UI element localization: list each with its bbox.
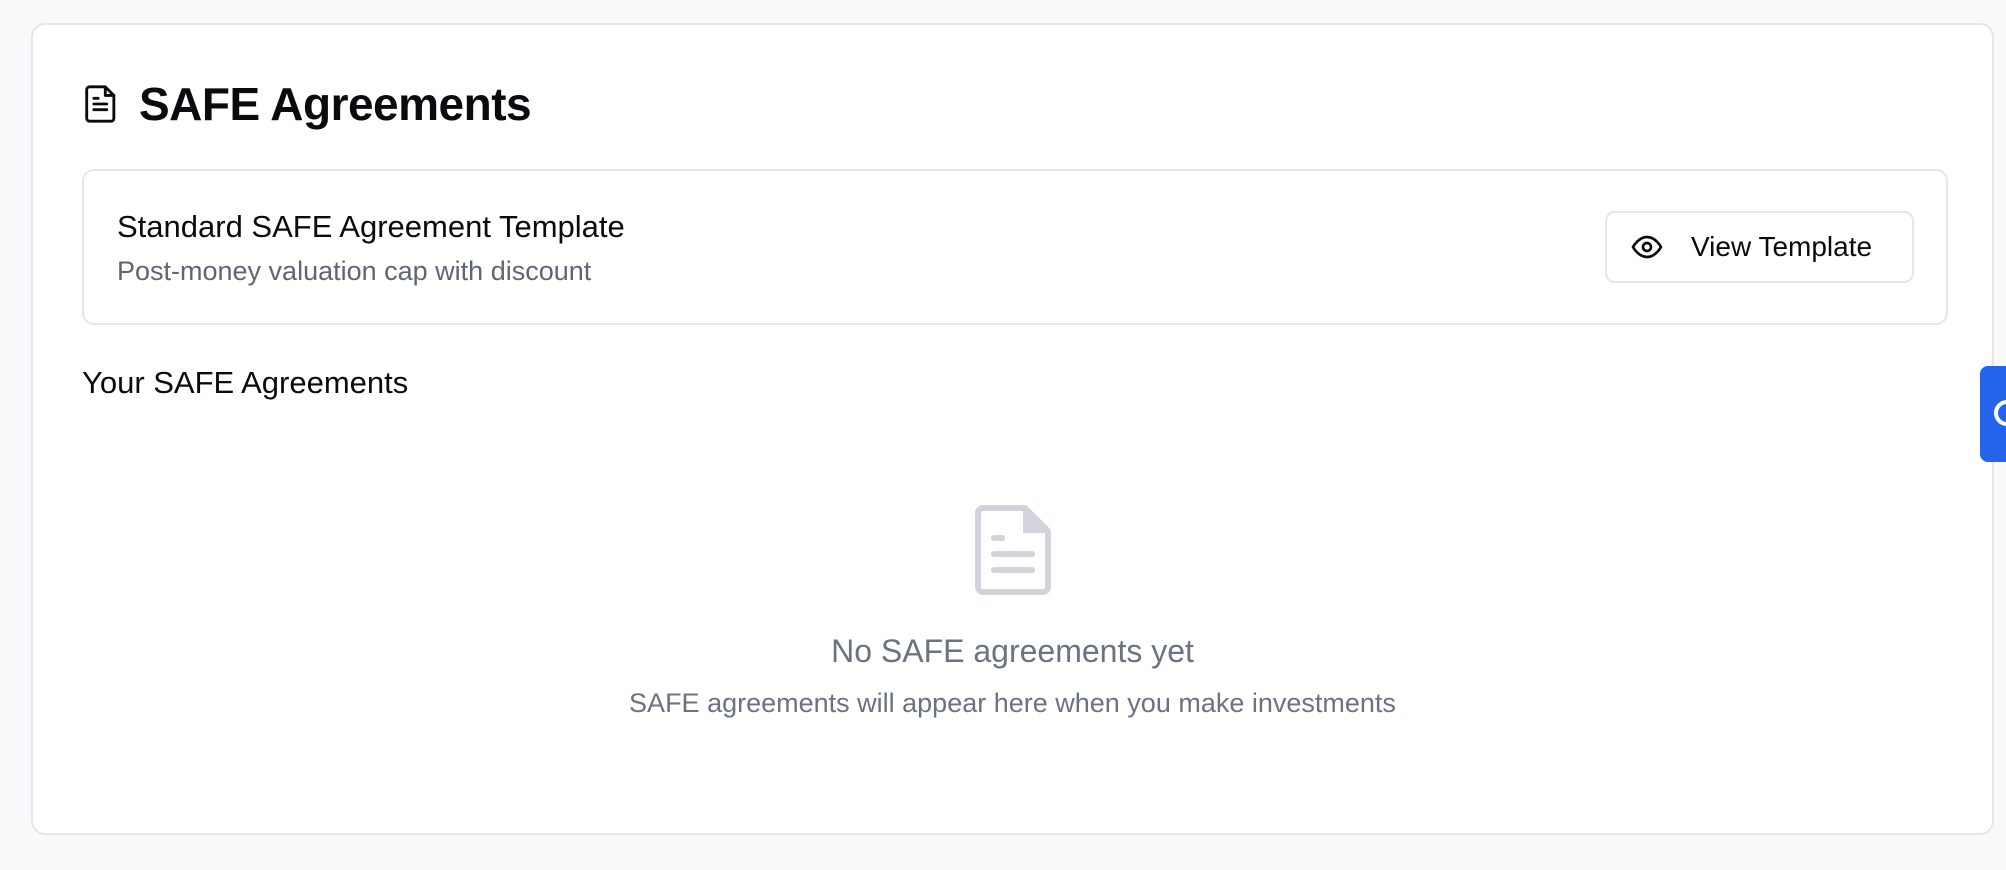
template-panel: Standard SAFE Agreement Template Post-mo…: [82, 169, 1948, 325]
section-title: Your SAFE Agreements: [82, 365, 409, 400]
empty-description: SAFE agreements will appear here when yo…: [629, 688, 1396, 718]
chat-icon: [1994, 400, 2006, 426]
empty-state: No SAFE agreements yet SAFE agreements w…: [33, 505, 1992, 719]
document-icon: [974, 505, 1051, 595]
template-title: Standard SAFE Agreement Template: [117, 209, 625, 244]
view-template-label: View Template: [1691, 231, 1873, 262]
card-header: SAFE Agreements: [83, 77, 532, 131]
view-template-button[interactable]: View Template: [1605, 211, 1914, 283]
template-description: Post-money valuation cap with discount: [117, 256, 592, 286]
eye-icon: [1631, 235, 1663, 259]
page-title: SAFE Agreements: [139, 78, 532, 130]
safe-agreements-card: SAFE Agreements Standard SAFE Agreement …: [31, 23, 1994, 835]
side-chat-tab[interactable]: [1980, 366, 2006, 462]
document-icon: [85, 85, 116, 123]
empty-title: No SAFE agreements yet: [831, 633, 1194, 669]
